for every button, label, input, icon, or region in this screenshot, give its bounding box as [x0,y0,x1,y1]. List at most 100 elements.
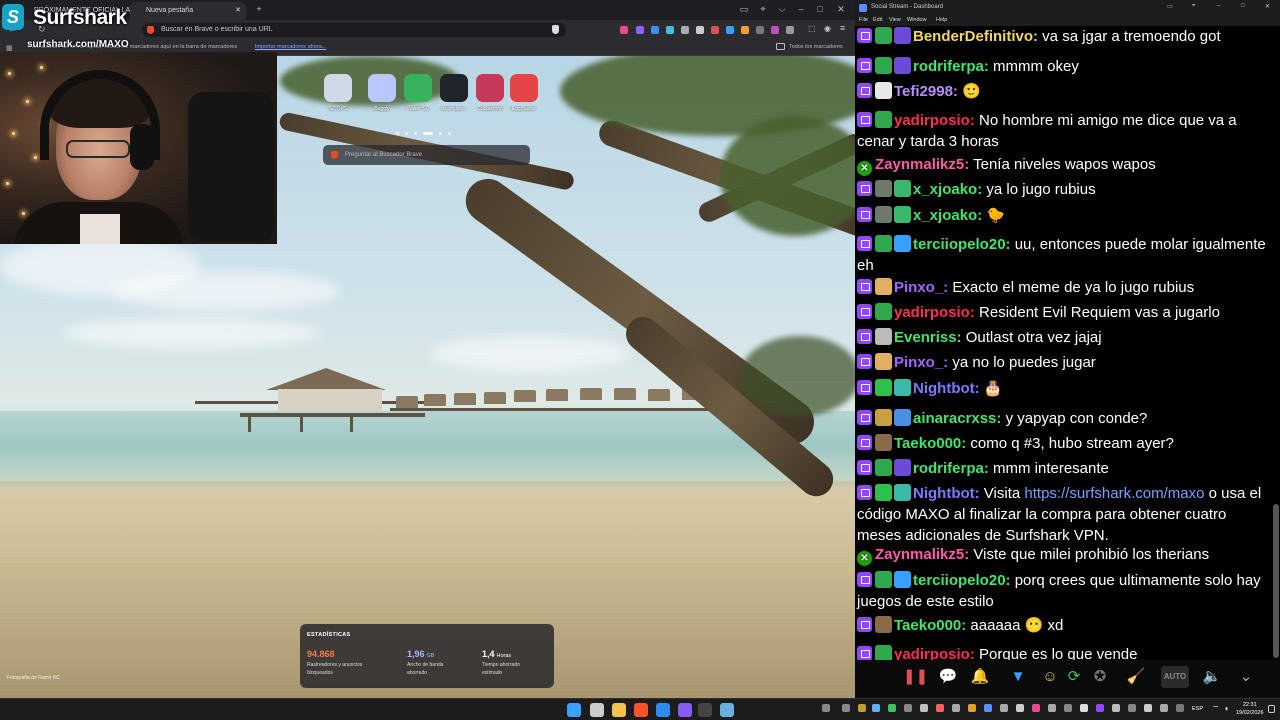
volume-icon[interactable]: 🔈 [1201,666,1223,688]
tray-icon[interactable] [822,704,830,712]
extension-icon[interactable] [711,26,719,34]
tray-icon[interactable] [1016,704,1024,712]
close-window-icon[interactable]: ✕ [834,3,848,15]
tray-icon[interactable] [888,704,896,712]
chat-username[interactable]: yadirposio: [894,304,975,321]
close-tab-icon[interactable]: ✕ [235,6,241,14]
chat-username[interactable]: Zaynmalikz5: [875,156,969,173]
chat-bubble-icon[interactable]: 💬 [937,666,959,688]
chat-username[interactable]: Taeko000: [894,617,966,634]
chat-username[interactable]: BenderDefinitivo: [913,28,1038,45]
tray-icon[interactable] [1176,704,1184,712]
tray-icon[interactable] [968,704,976,712]
profile-icon[interactable]: ◉ [824,24,831,33]
tab-new-tab[interactable]: Nueva pestaña ✕ [130,2,246,20]
explorer-icon[interactable] [612,703,626,717]
speaker-icon[interactable]: ◖ [1224,704,1229,713]
extension-icon[interactable] [636,26,644,34]
close-window-icon[interactable]: ✕ [1265,3,1270,10]
all-bookmarks-button[interactable]: Todos los marcadores [789,44,843,50]
menu-window[interactable]: Window [907,17,927,23]
tray-icon[interactable] [1048,704,1056,712]
tray-icon[interactable] [952,704,960,712]
top-site-tile[interactable] [368,74,396,102]
extension-icon[interactable] [696,26,704,34]
top-site-tile[interactable] [440,74,468,102]
chat-username[interactable]: terciiopelo20: [913,236,1011,253]
pin-icon[interactable]: ⌖ [756,3,770,15]
window-layout-icon[interactable]: ▭ [1167,3,1173,10]
top-site-tile[interactable] [324,74,352,102]
extension-icon[interactable] [620,26,628,34]
pin-icon[interactable]: ⌖ [1192,3,1195,10]
extension-icon[interactable] [756,26,764,34]
tray-icon[interactable] [872,704,880,712]
chat-username[interactable]: Tefi2998: [894,83,958,100]
brave-shields-icon[interactable] [552,25,559,34]
minimize-icon[interactable]: – [794,3,808,15]
pause-icon[interactable]: ❚❚ [903,666,928,688]
chat-username[interactable]: Nightbot: [913,485,980,502]
tray-icon[interactable] [984,704,992,712]
wallet-icon[interactable]: ⬚ [808,24,816,33]
menu-file[interactable]: File [859,17,868,23]
chat-username[interactable]: Pinxo_: [894,354,948,371]
chat-username[interactable]: ainaracrxss: [913,410,1001,427]
tray-icon[interactable] [1032,704,1040,712]
chat-username[interactable]: Nightbot: [913,380,980,397]
broom-icon[interactable]: 🧹 [1125,666,1147,688]
chat-username[interactable]: yadirposio: [894,112,975,129]
menu-icon[interactable]: ≡ [840,23,845,33]
import-bookmarks-link[interactable]: Importar marcadores ahora... [255,44,326,50]
minimize-icon[interactable]: – [1217,3,1220,9]
chat-username[interactable]: Zaynmalikz5: [875,546,969,563]
chat-username[interactable]: rodriferpa: [913,58,989,75]
extension-icon[interactable] [651,26,659,34]
chat-username[interactable]: x_xjoako: [913,181,982,198]
tray-icon[interactable] [1160,704,1168,712]
chat-link[interactable]: https://surfshark.com/maxo [1024,485,1204,502]
app-purple-icon[interactable] [678,703,692,717]
top-site-tile[interactable] [404,74,432,102]
menu-edit[interactable]: Edit [873,17,882,23]
top-sites-pager[interactable] [396,122,457,135]
extension-icon[interactable] [771,26,779,34]
extension-icon[interactable] [741,26,749,34]
chat-username[interactable]: x_xjoako: [913,207,982,224]
auto-icon[interactable]: AUTO [1161,666,1189,688]
clock[interactable]: 22:31 19/02/2026 [1236,701,1264,717]
split-icon[interactable]: ⌵ [775,3,789,15]
tray-icon[interactable] [1112,704,1120,712]
tray-icon[interactable] [1064,704,1072,712]
new-tab-icon[interactable]: + [252,3,266,15]
wifi-icon[interactable]: ⌔ [1212,704,1220,714]
tray-icon[interactable] [1000,704,1008,712]
chat-username[interactable]: Pinxo_: [894,279,948,296]
tray-icon[interactable] [904,704,912,712]
start-icon[interactable] [567,703,581,717]
star-icon[interactable]: ✪ [1089,666,1111,688]
tray-icon[interactable] [1128,704,1136,712]
collapse-icon[interactable]: ⌄ [1235,666,1257,688]
app-blue-icon[interactable] [656,703,670,717]
chat-username[interactable]: terciiopelo20: [913,572,1011,589]
notification-icon[interactable] [1268,705,1275,713]
refresh-icon[interactable]: ⟳ [1063,666,1085,688]
input-language[interactable]: ESP [1192,706,1203,712]
tray-icon[interactable] [858,704,866,712]
window-layout-icon[interactable]: ▭ [737,3,751,15]
top-site-tile[interactable] [510,74,538,102]
tray-icon[interactable] [842,704,850,712]
chat-message-list[interactable]: BenderDefinitivo: va sa jgar a tremoendo… [855,14,1273,660]
maximize-icon[interactable]: □ [813,3,827,15]
top-site-tile[interactable] [476,74,504,102]
extension-icon[interactable] [666,26,674,34]
bell-icon[interactable]: 🔔 [969,666,991,688]
maximize-icon[interactable]: □ [1241,3,1245,9]
extension-icon[interactable] [786,26,794,34]
chat-scrollbar[interactable] [1273,504,1279,658]
tray-icon[interactable] [936,704,944,712]
tray-icon[interactable] [1144,704,1152,712]
emoji-icon[interactable]: ☺ [1039,666,1061,688]
menu-help[interactable]: Help [936,17,947,23]
